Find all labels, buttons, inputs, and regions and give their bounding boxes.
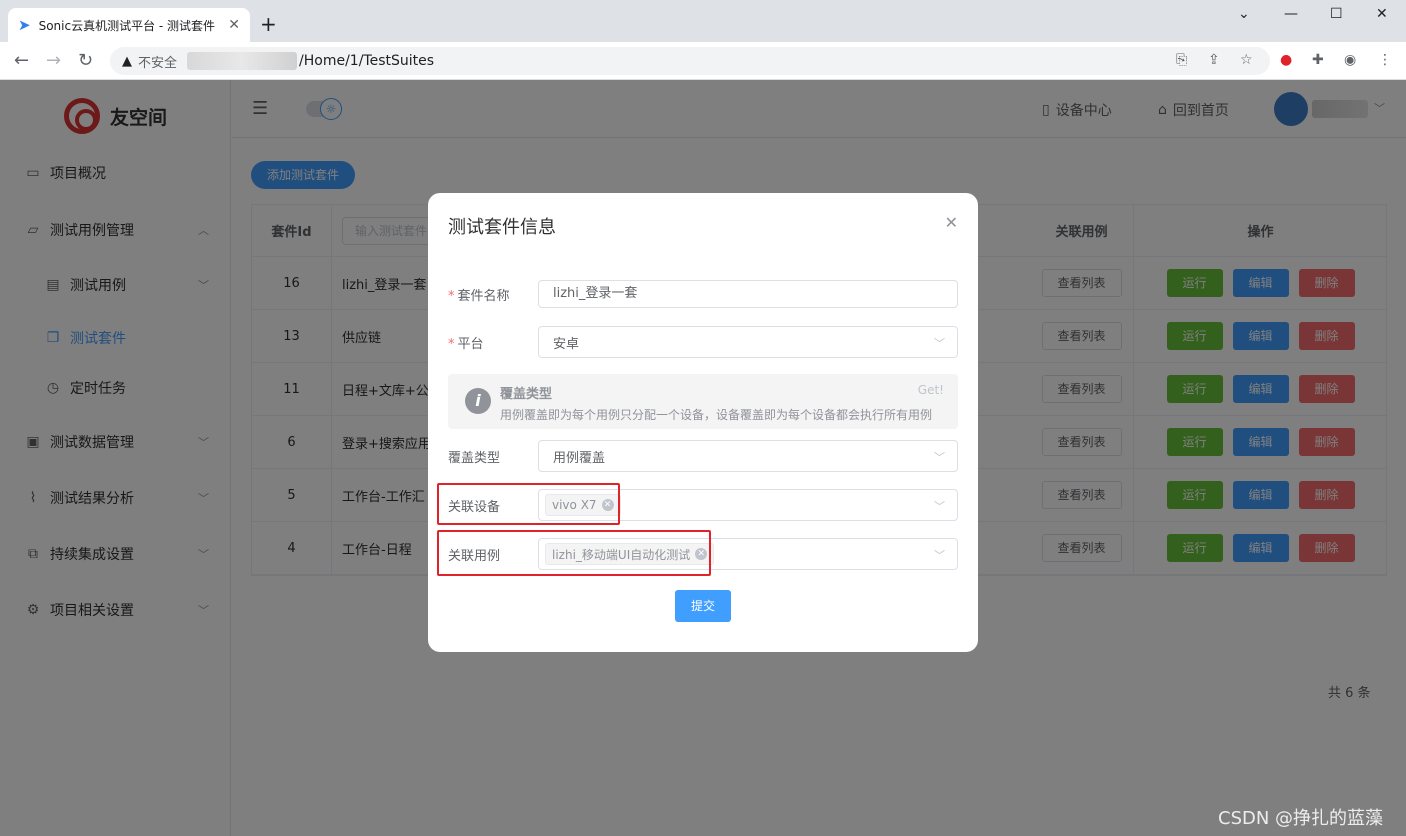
profile-icon[interactable]: ◉ [1344, 52, 1356, 68]
translate-icon[interactable]: ⎘ [1176, 52, 1187, 68]
redacted-host [187, 52, 298, 70]
suite-name-input[interactable]: lizhi_登录一套 [538, 280, 958, 308]
back-icon[interactable]: ← [14, 50, 29, 71]
url-path: /Home/1/TestSuites [299, 53, 435, 69]
insecure-label: 不安全 [138, 55, 178, 71]
star-icon[interactable]: ☆ [1240, 52, 1253, 68]
puzzle-icon[interactable]: ✚ [1312, 52, 1324, 68]
suite-name-label: * 套件名称 [448, 289, 510, 304]
more-icon[interactable]: ⋮ [1378, 52, 1392, 68]
highlight-box-case [437, 530, 711, 576]
dialog-title: 测试套件信息 [448, 217, 556, 238]
browser-tab[interactable]: ➤ Sonic云真机测试平台 - 测试套件 ✕ [8, 8, 250, 42]
submit-button[interactable]: 提交 [675, 590, 731, 622]
omnibox[interactable]: ▲ 不安全 /Home/1/TestSuites [110, 47, 1270, 75]
platform-select[interactable]: 安卓 ﹀ [538, 326, 958, 358]
platform-value: 安卓 [553, 336, 580, 352]
chevron-down-icon: ﹀ [934, 451, 945, 464]
browser-tabbar: ➤ Sonic云真机测试平台 - 测试套件 ✕ + ⌄ — ☐ ✕ [0, 0, 1406, 42]
suite-info-dialog: 测试套件信息 ✕ * 套件名称 lizhi_登录一套 * 平台 安卓 ﹀ i 覆盖类… [428, 193, 978, 652]
extension-red-icon[interactable]: ● [1280, 52, 1292, 68]
highlight-box-device [437, 483, 620, 525]
share-icon[interactable]: ⇪ [1208, 52, 1220, 68]
close-window-icon[interactable]: ✕ [1376, 6, 1388, 22]
address-bar: ← → ↻ ▲ 不安全 /Home/1/TestSuites ⎘ ⇪ ☆ ● ✚… [0, 42, 1406, 80]
maximize-icon[interactable]: ☐ [1330, 6, 1343, 22]
forward-icon[interactable]: → [46, 50, 61, 71]
close-icon[interactable]: ✕ [945, 213, 958, 232]
minimize-icon[interactable]: — [1284, 6, 1298, 22]
alert-got-it[interactable]: Get! [918, 383, 944, 397]
chevron-down-icon[interactable]: ⌄ [1238, 6, 1250, 22]
info-icon: i [465, 388, 491, 414]
chevron-down-icon: ﹀ [934, 500, 945, 513]
cover-type-label: 覆盖类型 [448, 451, 501, 466]
tab-title: Sonic云真机测试平台 - 测试套件 [38, 18, 216, 33]
platform-label: * 平台 [448, 337, 484, 352]
alert-description: 用例覆盖即为每个用例只分配一个设备，设备覆盖即为每个设备都会执行所有用例 [500, 408, 933, 422]
cover-type-alert: i 覆盖类型 用例覆盖即为每个用例只分配一个设备，设备覆盖即为每个设备都会执行所… [448, 374, 958, 429]
close-tab-icon[interactable]: ✕ [228, 17, 240, 33]
chevron-down-icon: ﹀ [934, 337, 945, 350]
watermark: CSDN @挣扎的蓝藻 [1218, 808, 1384, 829]
chevron-down-icon: ﹀ [934, 549, 945, 562]
warning-icon: ▲ [122, 53, 132, 69]
alert-title: 覆盖类型 [500, 387, 553, 402]
new-tab-icon[interactable]: + [260, 12, 277, 36]
cover-type-value: 用例覆盖 [553, 450, 606, 466]
paper-plane-icon: ➤ [18, 16, 31, 34]
cover-type-select[interactable]: 用例覆盖 ﹀ [538, 440, 958, 472]
reload-icon[interactable]: ↻ [78, 50, 93, 71]
